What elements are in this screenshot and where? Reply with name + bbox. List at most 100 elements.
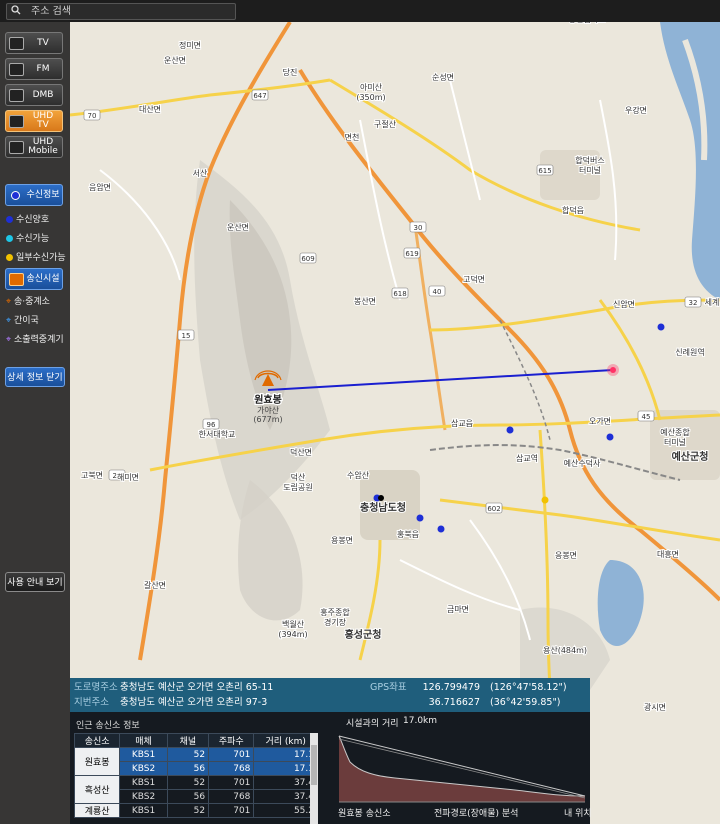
road-number-label: 96 [207,421,216,429]
nearby-title: 인근 송신소 정보 [76,721,140,731]
freq-cell: 768 [208,761,255,776]
legend-simple-station: ⌖ 간이국 [6,313,39,326]
media-cell: KBS1 [119,803,168,818]
transmit-facility-label: 송신시설 [26,273,60,284]
legend-label: 수신가능 [16,234,50,244]
legend-label: 간이국 [13,316,39,326]
transmit-facility-button[interactable]: 송신시설 [5,268,63,290]
map-place-label: 세계 [705,297,720,307]
uhd-mobile-icon [9,141,24,154]
map-place-label: 고북면 [81,470,103,480]
profile-left-label: 원효봉 송신소 [338,809,391,819]
media-cell: KBS2 [119,761,168,776]
reception-point-partial[interactable] [541,496,549,504]
detail-close-button[interactable]: 상세 정보 닫기 [5,367,65,387]
map-place-label: 합덕읍 [562,205,584,215]
distance-label: 시설과의 거리 [346,719,399,729]
gps-lat-dms: (36°42'59.85") [490,697,561,708]
fm-button-label: FM [36,63,50,74]
address-search-input[interactable]: 주소 검색 [6,3,236,20]
legend-label: 일부수신가능 [16,253,66,263]
fm-button[interactable]: FM [5,58,63,80]
road-number-label: 602 [487,505,500,513]
road-number-label: 609 [301,255,314,263]
map-place-label: 덕산 [291,472,306,482]
legend-reception-possible: 수신가능 [6,231,49,244]
nearby-stations-panel: 인근 송신소 정보 송신소 매체 채널 주파수 거리 (km) 원효봉 KBS1 5… [70,712,592,824]
low-power-repeater-icon: ⌖ [6,335,12,345]
map-place-label: 봉산면 [354,296,376,306]
map-place-label: 백월산 [282,619,305,629]
map-place-label: 아미산 [360,82,383,92]
map-place-label: 용봉면 [331,535,353,545]
col-header-freq: 주파수 [208,733,255,748]
map-place-label: 홍성군청 [345,628,382,641]
gps-lon-dms: (126°47'58.12") [490,682,567,693]
station-name-cell: 원효봉 [73,747,121,776]
map-place-label: 면천 [345,132,360,142]
reception-point-good[interactable] [657,323,665,331]
provincial-office-icon [378,495,384,501]
my-location-marker-core [610,367,616,373]
dist-cell: 17.1 [253,747,318,762]
reception-point-good[interactable] [606,433,614,441]
usage-guide-button[interactable]: 사용 안내 보기 [5,572,65,592]
freq-cell: 701 [208,747,255,762]
table-scrollbar[interactable] [310,733,318,824]
uhd-tv-button-label: UHD TV [32,111,54,130]
tower-sub-label: 가야산 [257,405,280,415]
map-place-label: 운산면 [164,55,186,65]
col-header-station: 송신소 [73,733,121,748]
map-place-label: 오가면 [589,416,611,426]
table-row[interactable]: 원효봉 KBS1 52 701 17.1 [73,747,318,776]
dist-cell: 55.2 [253,803,318,818]
reception-info-icon [11,191,20,200]
table-row[interactable]: 계룡산 KBS1 52 701 55.2 [73,803,318,818]
freq-cell: 768 [208,789,255,804]
map-place-label: 수암산 [347,470,370,480]
channel-cell: 52 [166,775,210,790]
reception-point-good[interactable] [506,426,514,434]
media-cell: KBS2 [119,789,168,804]
reception-point-good[interactable] [416,514,424,522]
dmb-button[interactable]: DMB [5,84,63,106]
reception-point-good[interactable] [437,525,445,533]
yellow-dot-icon [6,254,13,261]
road-number-label: 618 [393,290,406,298]
map-place-label: 순성면 [432,72,454,82]
legend-label: 소출력중계기 [13,335,64,345]
map-place-label: 홍북읍 [397,529,419,539]
dmb-button-label: DMB [32,89,54,100]
station-name-cell: 흑성산 [73,775,121,804]
road-address-label: 도로명주소 [74,682,118,693]
uhd-mobile-button-label: UHD Mobile [28,137,58,156]
table-row[interactable]: 흑성산 KBS1 52 701 37.4 [73,775,318,804]
road-number-label: 647 [253,92,266,100]
map-place-label: 한서대학교 [199,429,236,439]
map-place-label: 운산면 [227,222,249,232]
map-place-label: 고덕면 [463,274,485,284]
dmb-icon [9,89,24,102]
uhd-mobile-button[interactable]: UHD Mobile [5,136,63,158]
map-place-label: 대산면 [139,104,161,114]
gps-lon-decimal: 126.799479 [422,682,480,693]
distance-value: 17.0km [403,716,438,726]
dist-cell: 17.1 [253,761,318,776]
sidebar: TV FM DMB UHD TV UHD Mobile 수신정보 수신양호 수신… [0,22,70,824]
tv-button[interactable]: TV [5,32,63,54]
simple-station-icon: ⌖ [6,316,12,326]
map-place-label: 갈산면 [144,580,166,590]
road-number-label: 32 [689,299,698,307]
scrollbar-thumb[interactable] [311,745,317,785]
legend-low-power: ⌖ 소출력중계기 [6,332,64,345]
col-header-media: 매체 [119,733,168,748]
map-place-label: 대흥면 [657,549,679,559]
road-number-label: 40 [433,288,442,296]
tv-button-label: TV [37,37,49,48]
reception-info-button[interactable]: 수신정보 [5,184,63,206]
map-place-label: 예산군청 [672,450,709,463]
tower-icon [9,273,24,286]
road-number-label: 70 [88,112,97,120]
tv-icon [9,37,24,50]
uhd-tv-button[interactable]: UHD TV [5,110,63,132]
